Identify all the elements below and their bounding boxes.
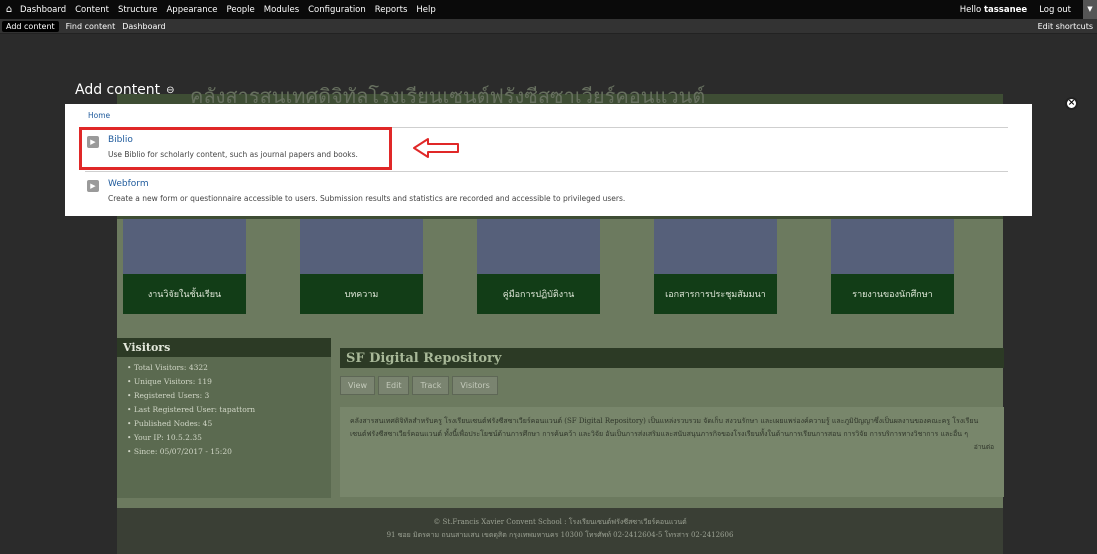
footer-copyright: © St.Francis Xavier Convent School : โรง… xyxy=(433,518,687,526)
visitors-item: Registered Users: 3 xyxy=(127,391,331,400)
tile-caption: บทความ xyxy=(300,274,423,314)
shortcut-add-content[interactable]: Add content xyxy=(2,20,59,32)
tile-seminar-docs[interactable]: เอกสารการประชุมสัมมนา xyxy=(654,219,777,314)
visitors-item: Last Registered User: tapattorn xyxy=(127,405,331,414)
content-type-webform[interactable]: ▶ Webform Create a new form or questionn… xyxy=(87,178,987,214)
menu-appearance[interactable]: Appearance xyxy=(166,5,217,15)
divider xyxy=(85,171,1008,172)
visitors-item: Total Visitors: 4322 xyxy=(127,363,331,372)
visitors-title: Visitors xyxy=(117,338,331,357)
tab-visitors[interactable]: Visitors xyxy=(452,376,498,395)
menu-reports[interactable]: Reports xyxy=(375,5,408,15)
tile-caption: รายงานของนักศึกษา xyxy=(831,274,954,314)
highlight-box xyxy=(79,127,392,170)
tile-caption: งานวิจัยในชั้นเรียน xyxy=(123,274,246,314)
pointer-arrow-icon xyxy=(413,138,459,158)
shortcut-find-content[interactable]: Find content xyxy=(66,22,116,31)
repository-body: คลังสารสนเทศดิจิทัลสำหรับครู โรงเรียนเซน… xyxy=(340,407,1004,497)
toolbar-toggle-icon[interactable]: ▼ xyxy=(1083,0,1097,19)
hello-label: Hello xyxy=(959,4,982,15)
visitors-item: Since: 05/07/2017 - 15:20 xyxy=(127,447,331,456)
repository-block: SF Digital Repository View Edit Track Vi… xyxy=(340,348,1004,498)
admin-menu: Dashboard Content Structure Appearance P… xyxy=(20,5,445,15)
logout-link[interactable]: Log out xyxy=(1039,5,1071,15)
shortcut-dashboard[interactable]: Dashboard xyxy=(122,22,165,31)
hello-text: Hello tassanee xyxy=(960,5,1028,15)
repository-description: คลังสารสนเทศดิจิทัลสำหรับครู โรงเรียนเซน… xyxy=(350,417,979,438)
tab-view[interactable]: View xyxy=(340,376,375,395)
shortcuts-bar: Add content Find content Dashboard Edit … xyxy=(0,19,1097,34)
tile-articles[interactable]: บทความ xyxy=(300,219,423,314)
tile-image xyxy=(831,219,954,274)
footer-address: 91 ซอย มิตรคาม ถนนสามเสน เขตดุสิต กรุงเท… xyxy=(386,531,734,539)
toolbar-user-area: Hello tassanee Log out ▼ xyxy=(960,0,1097,19)
visitors-item: Unique Visitors: 119 xyxy=(127,377,331,386)
visitors-block: Visitors Total Visitors: 4322 Unique Vis… xyxy=(117,338,331,498)
tile-student-reports[interactable]: รายงานของนักศึกษา xyxy=(831,219,954,314)
menu-help[interactable]: Help xyxy=(416,5,435,15)
tab-track[interactable]: Track xyxy=(412,376,450,395)
home-icon[interactable]: ⌂ xyxy=(0,4,18,15)
overlay-title: Add content xyxy=(75,82,161,98)
menu-structure[interactable]: Structure xyxy=(118,5,158,15)
username[interactable]: tassanee xyxy=(984,5,1027,15)
edit-shortcuts-link[interactable]: Edit shortcuts xyxy=(1038,22,1093,31)
site-footer: © St.Francis Xavier Convent School : โรง… xyxy=(117,508,1003,554)
menu-dashboard[interactable]: Dashboard xyxy=(20,5,66,15)
menu-content[interactable]: Content xyxy=(75,5,109,15)
tile-caption: คู่มือการปฏิบัติงาน xyxy=(477,274,600,314)
arrow-right-icon: ▶ xyxy=(87,180,99,192)
menu-people[interactable]: People xyxy=(227,5,255,15)
read-more-link[interactable]: อ่านต่อ xyxy=(350,441,994,454)
repository-title: SF Digital Repository xyxy=(340,348,1004,368)
node-tabs: View Edit Track Visitors xyxy=(340,376,1004,395)
visitors-item: Published Nodes: 45 xyxy=(127,419,331,428)
tile-caption: เอกสารการประชุมสัมมนา xyxy=(654,274,777,314)
admin-toolbar: ⌂ Dashboard Content Structure Appearance… xyxy=(0,0,1097,19)
tile-image xyxy=(123,219,246,274)
tile-manuals[interactable]: คู่มือการปฏิบัติงาน xyxy=(477,219,600,314)
breadcrumb-home[interactable]: Home xyxy=(88,111,110,120)
content-type-description: Create a new form or questionnaire acces… xyxy=(108,194,626,203)
content-type-label[interactable]: Webform xyxy=(108,179,149,189)
overlay-header: คลังสารสนเทศดิจิทัลโรงเรียนเซนต์ฟรังซีสซ… xyxy=(75,82,705,108)
tile-image xyxy=(477,219,600,274)
visitors-list: Total Visitors: 4322 Unique Visitors: 11… xyxy=(117,357,331,456)
close-overlay-icon[interactable]: × xyxy=(1065,97,1078,110)
menu-modules[interactable]: Modules xyxy=(264,5,299,15)
add-shortcut-icon[interactable]: ⊖ xyxy=(166,85,174,96)
tile-image xyxy=(300,219,423,274)
menu-configuration[interactable]: Configuration xyxy=(308,5,366,15)
visitors-item: Your IP: 10.5.2.35 xyxy=(127,433,331,442)
tab-edit[interactable]: Edit xyxy=(377,376,410,395)
tile-image xyxy=(654,219,777,274)
tile-classroom-research[interactable]: งานวิจัยในชั้นเรียน xyxy=(123,219,246,314)
category-tiles: งานวิจัยในชั้นเรียน บทความ คู่มือการปฏิบ… xyxy=(117,219,1003,314)
